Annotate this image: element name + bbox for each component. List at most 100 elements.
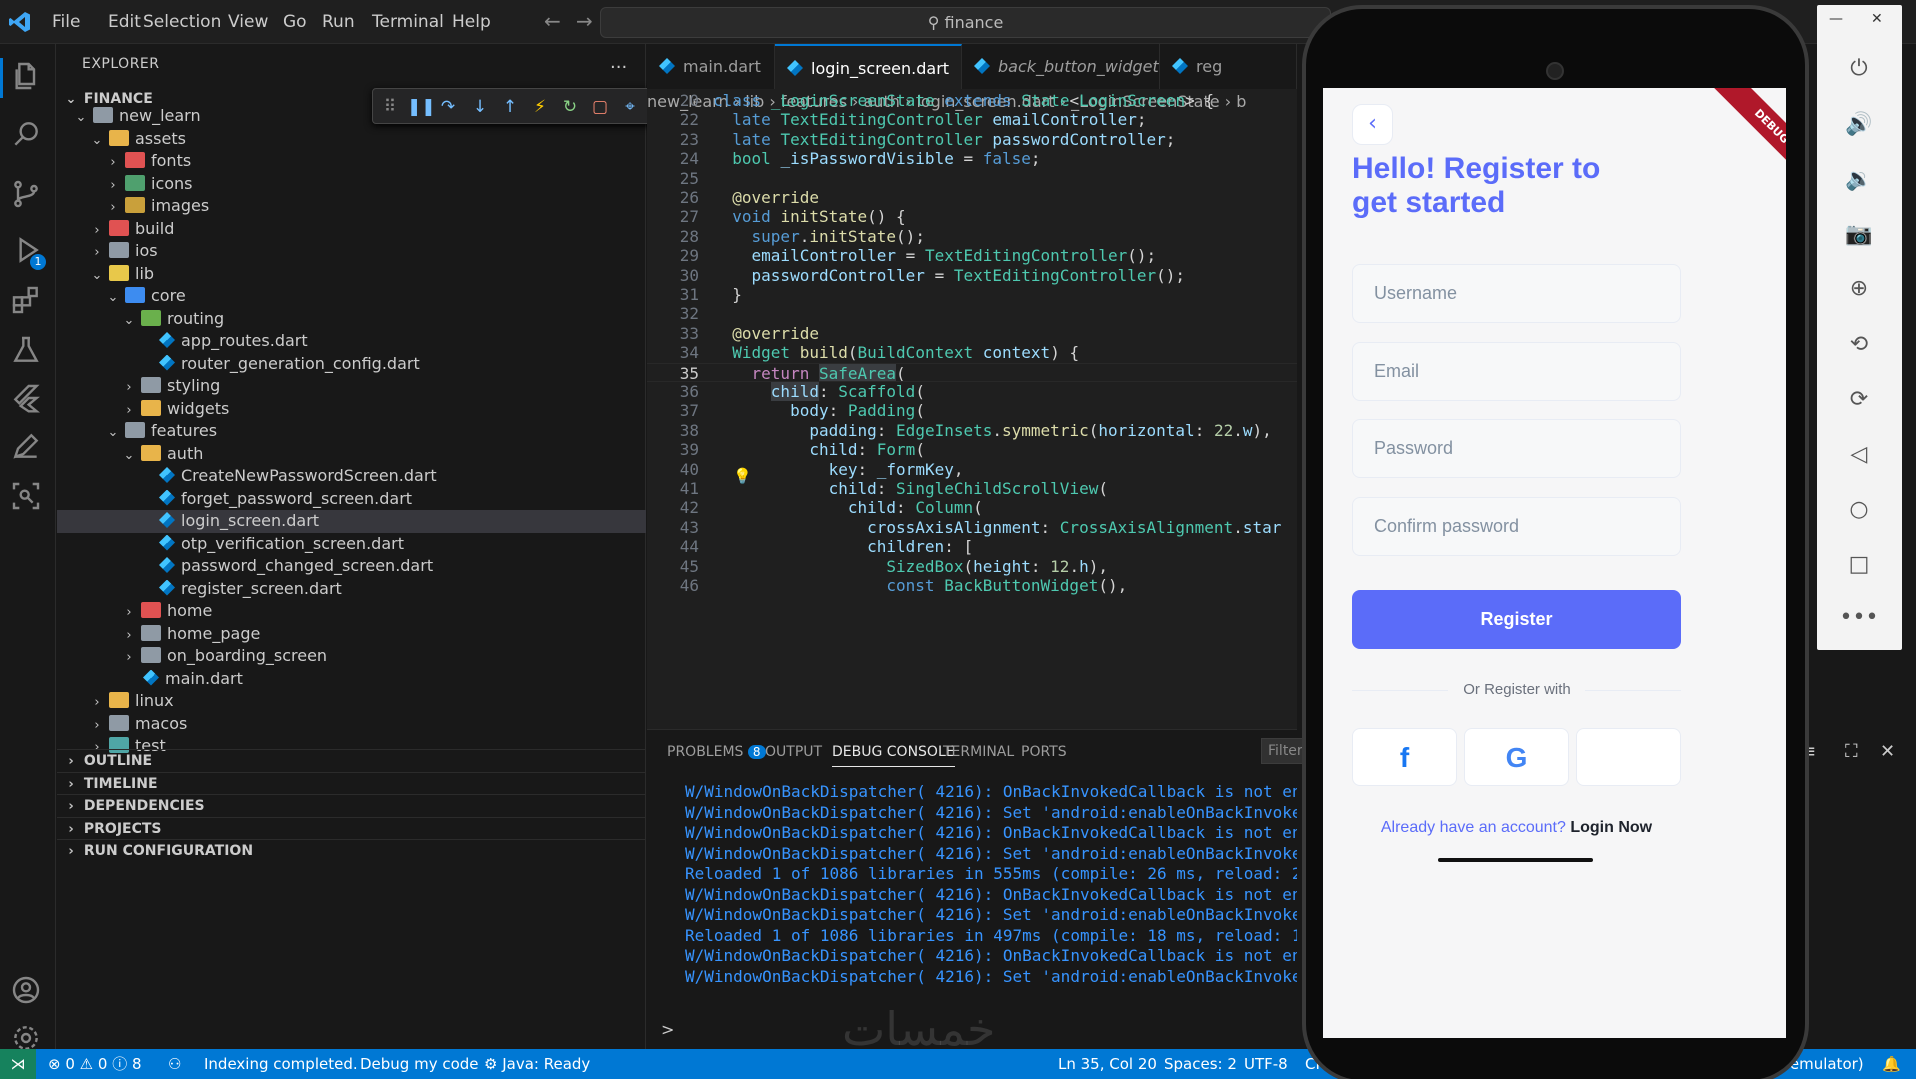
- command-center-search[interactable]: ⚲ finance: [600, 7, 1331, 38]
- forward-arrow-icon[interactable]: →: [576, 9, 593, 33]
- folder-item[interactable]: › fonts: [57, 150, 646, 173]
- code-line[interactable]: 44 children: [: [647, 537, 1297, 556]
- file-item[interactable]: otp_verification_screen.dart: [57, 533, 646, 556]
- apple-button[interactable]: [1576, 728, 1681, 786]
- back-button[interactable]: ‹: [1352, 104, 1393, 145]
- overview-icon[interactable]: □: [1837, 545, 1881, 585]
- section-outline[interactable]: › OUTLINE: [57, 749, 646, 772]
- code-line[interactable]: 23 late TextEditingController passwordCo…: [647, 130, 1297, 149]
- input-email[interactable]: Email: [1352, 341, 1681, 401]
- code-line[interactable]: 24 bool _isPasswordVisible = false;: [647, 149, 1297, 168]
- back-icon[interactable]: ◁: [1837, 435, 1881, 475]
- folder-item[interactable]: ⌄ routing: [57, 308, 646, 331]
- code-line[interactable]: 43 crossAxisAlignment: CrossAxisAlignmen…: [647, 518, 1297, 537]
- facebook-button[interactable]: f: [1352, 728, 1457, 786]
- close-button[interactable]: ✕: [1871, 11, 1883, 27]
- editor-tab[interactable]: reg: [1160, 44, 1297, 89]
- section-timeline[interactable]: › TIMELINE: [57, 771, 646, 795]
- menu-view[interactable]: View: [228, 12, 268, 32]
- java-status[interactable]: ⚙ Java: Ready: [484, 1049, 590, 1079]
- menu-run[interactable]: Run: [322, 12, 355, 32]
- menu-go[interactable]: Go: [283, 12, 307, 32]
- close-panel-icon[interactable]: ✕: [1880, 741, 1895, 762]
- folder-item[interactable]: ⌄ assets: [57, 128, 646, 151]
- section-dependencies[interactable]: › DEPENDENCIES: [57, 794, 646, 817]
- login-now-link[interactable]: Login Now: [1570, 819, 1652, 836]
- search-icon[interactable]: [10, 118, 46, 154]
- encoding[interactable]: UTF-8: [1244, 1049, 1288, 1079]
- remote-icon[interactable]: [10, 480, 46, 516]
- step-into-icon[interactable]: ↓: [469, 96, 491, 118]
- step-over-icon[interactable]: ↷: [437, 96, 459, 118]
- edit-icon[interactable]: [10, 430, 46, 466]
- step-out-icon[interactable]: ↑: [499, 96, 521, 118]
- zoom-icon[interactable]: ⊕: [1837, 269, 1881, 309]
- file-item[interactable]: CreateNewPasswordScreen.dart: [57, 465, 646, 488]
- folder-item[interactable]: › home_page: [57, 623, 646, 646]
- folder-item[interactable]: ⌄ features: [57, 420, 646, 443]
- extensions-icon[interactable]: [10, 284, 46, 320]
- pause-icon[interactable]: ❚❚: [407, 96, 436, 118]
- code-line[interactable]: 45 SizedBox(height: 12.h),: [647, 557, 1297, 576]
- menu-edit[interactable]: Edit: [108, 12, 141, 32]
- hot-reload-icon[interactable]: ⚡: [529, 96, 551, 118]
- code-line[interactable]: 34 Widget build(BuildContext context) {: [647, 343, 1297, 362]
- code-line[interactable]: 27 void initState() {: [647, 207, 1297, 226]
- code-line[interactable]: 29 emailController = TextEditingControll…: [647, 246, 1297, 265]
- folder-item[interactable]: › on_boarding_screen: [57, 645, 646, 668]
- folder-item[interactable]: ⌄ core: [57, 285, 646, 308]
- run-debug-icon[interactable]: 1: [10, 234, 46, 270]
- file-item[interactable]: app_routes.dart: [57, 330, 646, 353]
- more-actions-button[interactable]: ...: [610, 52, 627, 73]
- more-icon[interactable]: •••: [1837, 598, 1881, 638]
- register-button[interactable]: Register: [1352, 590, 1681, 649]
- drag-handle-icon[interactable]: ⠿: [379, 96, 401, 118]
- folder-item[interactable]: › ios: [57, 240, 646, 263]
- back-arrow-icon[interactable]: ←: [544, 9, 561, 33]
- inspect-widget-icon[interactable]: ⌖: [619, 96, 641, 118]
- code-line[interactable]: 30 passwordController = TextEditingContr…: [647, 266, 1297, 285]
- notifications-icon[interactable]: 🔔: [1882, 1049, 1901, 1079]
- editor-tab[interactable]: main.dart: [647, 44, 775, 89]
- panel-tab-terminal[interactable]: TERMINAL: [943, 744, 1014, 760]
- file-item[interactable]: password_changed_screen.dart: [57, 555, 646, 578]
- section-projects[interactable]: › PROJECTS: [57, 816, 646, 840]
- rotate-left-icon[interactable]: ⟲: [1837, 325, 1881, 365]
- source-control-icon[interactable]: [10, 178, 46, 214]
- power-icon[interactable]: ⏻: [1837, 49, 1881, 89]
- stop-icon[interactable]: ▢: [589, 96, 611, 118]
- menu-file[interactable]: File: [52, 12, 80, 32]
- cursor-position[interactable]: Ln 35, Col 20: [1058, 1049, 1157, 1079]
- menu-selection[interactable]: Selection: [143, 12, 221, 32]
- explorer-icon[interactable]: [10, 60, 46, 96]
- testing-icon[interactable]: [10, 334, 46, 370]
- code-line[interactable]: 39 child: Form(: [647, 440, 1297, 459]
- restart-icon[interactable]: ↻: [559, 96, 581, 118]
- editor-tab[interactable]: login_screen.dart ✕: [775, 44, 962, 89]
- debug-config[interactable]: Debug my code: [360, 1049, 479, 1079]
- lightbulb-icon[interactable]: 💡: [733, 467, 752, 485]
- code-line[interactable]: 46 const BackButtonWidget(),: [647, 576, 1297, 595]
- flutter-icon[interactable]: [10, 382, 46, 418]
- code-line[interactable]: 31 }: [647, 285, 1297, 304]
- code-line[interactable]: 22 late TextEditingController emailContr…: [647, 110, 1297, 129]
- code-line[interactable]: 42 child: Column(: [647, 498, 1297, 517]
- folder-item[interactable]: › icons: [57, 173, 646, 196]
- problems-status[interactable]: ⊗ 0 ⚠ 0 ⓘ 8: [48, 1049, 142, 1079]
- folder-item[interactable]: › linux: [57, 690, 646, 713]
- home-icon[interactable]: ○: [1837, 490, 1881, 530]
- folder-item[interactable]: › macos: [57, 713, 646, 736]
- folder-item[interactable]: ⌄ auth: [57, 443, 646, 466]
- menu-terminal[interactable]: Terminal: [372, 12, 444, 32]
- folder-item[interactable]: › images: [57, 195, 646, 218]
- menu-help[interactable]: Help: [452, 12, 491, 32]
- folder-item[interactable]: › home: [57, 600, 646, 623]
- remote-indicator-icon[interactable]: ⋊: [0, 1049, 36, 1079]
- code-line[interactable]: 32: [647, 304, 1297, 323]
- code-line[interactable]: 28 super.initState();: [647, 227, 1297, 246]
- volume-up-icon[interactable]: 🔊: [1837, 105, 1881, 145]
- code-line[interactable]: 36 child: Scaffold(: [647, 382, 1297, 401]
- folder-item[interactable]: › build: [57, 218, 646, 241]
- console-prompt[interactable]: >: [661, 1020, 674, 1039]
- folder-item[interactable]: ⌄ lib: [57, 263, 646, 286]
